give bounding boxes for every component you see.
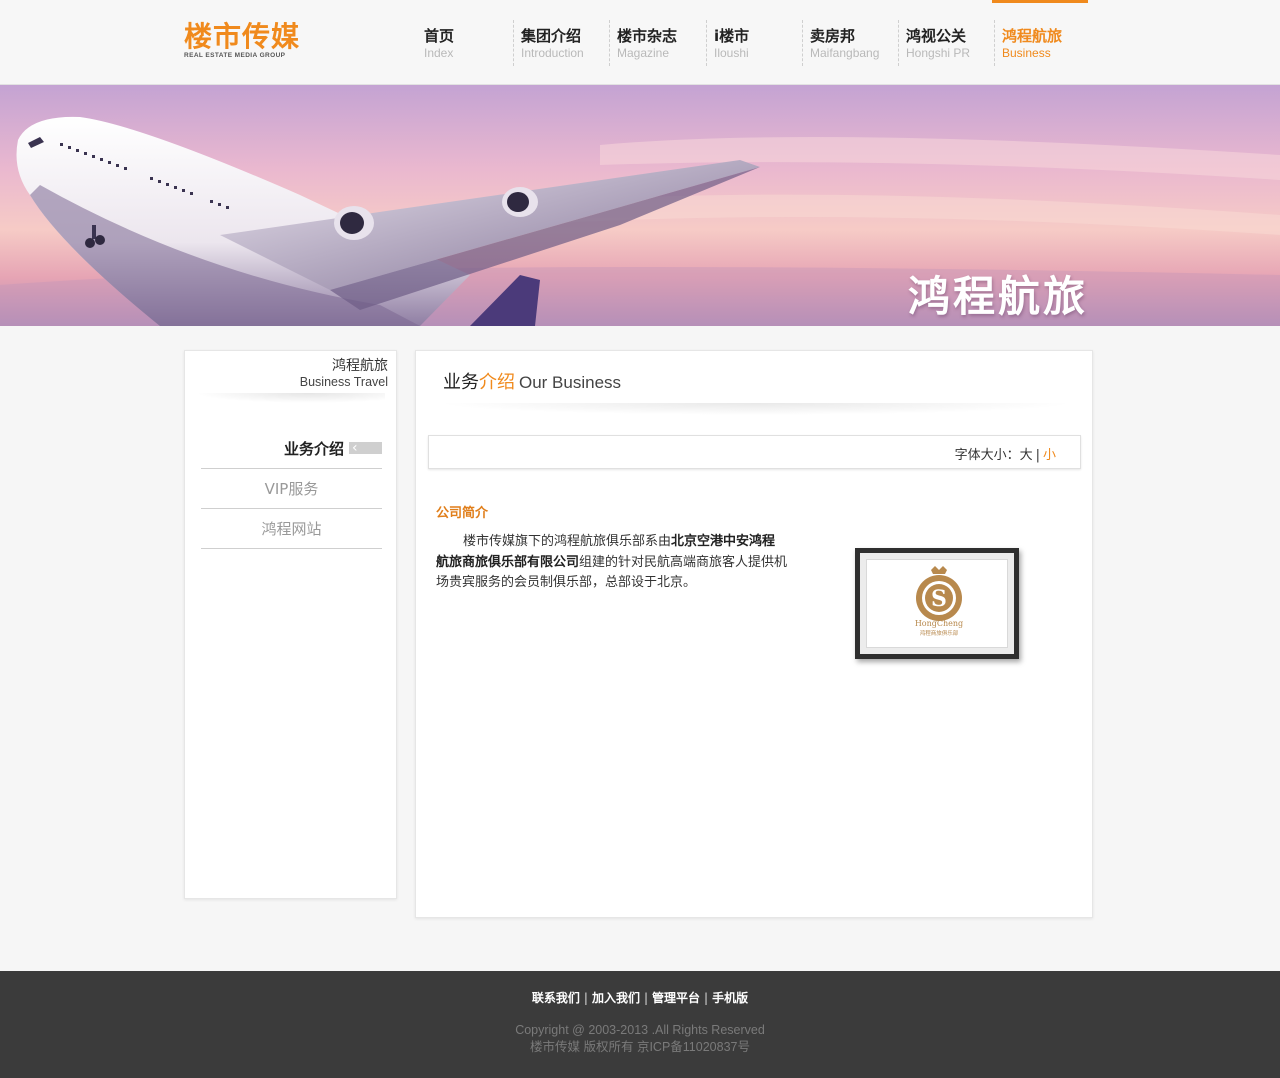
nav-item-hongshi-pr[interactable]: 鸿视公关 Hongshi PR [906,0,1002,85]
footer-links: 联系我们 | 加入我们 | 管理平台 | 手机版 [0,989,1280,1006]
nav-label-en: Introduction [521,46,584,60]
hongcheng-logo: S HongCheng 鸿程商旅俱乐部 [866,559,1008,648]
hongcheng-emblem-icon: S HongCheng 鸿程商旅俱乐部 [915,566,963,637]
nav-label-en: Iloushi [714,46,749,60]
font-size-controls: 字体大小：大 | 小 [955,444,1056,463]
page-title-en: Our Business [519,373,622,392]
section-title: 公司简介 [436,506,489,521]
nav-item-introduction[interactable]: 集团介绍 Introduction [521,0,617,85]
nav-label-cn: 鸿程航旅 [1002,27,1063,45]
font-size-small-button[interactable]: 小 [1043,448,1056,463]
nav-label-cn: 集团介绍 [521,27,582,45]
font-size-large-button[interactable]: 大 [1020,448,1033,463]
hero-banner: 鸿程航旅 [0,85,1280,326]
nav-active-indicator [992,0,1088,3]
banner-title: 鸿程航旅 [908,272,1089,321]
sidebar: 鸿程航旅 Business Travel 业务介绍 VIP服务 鸿程网站 [184,350,397,899]
sidebar-item-label: VIP服务 [264,480,319,498]
site-footer: 联系我们 | 加入我们 | 管理平台 | 手机版 Copyright @ 2003-2013… [0,971,1280,1078]
nav-label-en: Hongshi PR [906,46,971,60]
paragraph-text: 楼市传媒旗下的鸿程航旅俱乐部系由 [463,534,672,549]
nav-label-cn: i楼市 [714,27,750,45]
nav-separator [994,20,995,66]
logo-text: 楼市传媒 [184,20,301,53]
logo-caption-en: HongCheng [915,619,963,628]
nav-label-en: Maifangbang [810,46,880,60]
sidebar-header: 鸿程航旅 Business Travel [300,358,388,389]
page-title-part2: 介绍 [479,372,515,393]
nav-separator [513,20,514,66]
nav-separator [898,20,899,66]
footer-link-mobile[interactable]: 手机版 [712,991,748,1005]
nav-label-en: Index [424,46,454,60]
svg-text:S: S [931,586,947,612]
sidebar-item-hongcheng-site[interactable]: 鸿程网站 [201,509,382,549]
nav-label-cn: 楼市杂志 [617,27,678,45]
nav-label-en: Magazine [617,46,670,60]
footer-link-join[interactable]: 加入我们 [592,991,640,1005]
footer-separator: | [643,991,649,1005]
divider-shadow [195,393,385,403]
nav-item-index[interactable]: 首页 Index [424,0,520,85]
logo-subtext: REAL ESTATE MEDIA GROUP [184,52,286,59]
chevron-left-icon [349,428,382,468]
nav-label-cn: 鸿视公关 [906,27,967,45]
company-logo-frame: S HongCheng 鸿程商旅俱乐部 [855,548,1019,659]
divider-shadow [436,403,1076,415]
nav-separator [802,20,803,66]
font-size-separator: | [1035,448,1040,463]
font-size-label: 字体大小： [954,448,1020,463]
nav-label-cn: 首页 [424,27,455,45]
sidebar-item-vip-service[interactable]: VIP服务 [201,469,382,509]
nav-separator [706,20,707,66]
page-title-part1: 业务 [443,372,479,393]
main-content: 业务介绍 Our Business 字体大小：大 | 小 公司简介 楼市传媒旗下的鸿程… [415,350,1093,918]
sidebar-menu: 业务介绍 VIP服务 鸿程网站 [201,428,382,549]
footer-link-contact[interactable]: 联系我们 [532,991,580,1005]
sidebar-item-label: 业务介绍 [283,440,344,458]
footer-link-admin[interactable]: 管理平台 [652,991,700,1005]
company-intro-paragraph: 楼市传媒旗下的鸿程航旅俱乐部系由北京空港中安鸿程航旅商旅俱乐部有限公司组建的针对… [436,532,788,594]
sidebar-item-label: 鸿程网站 [261,520,322,538]
site-header: 楼市传媒 REAL ESTATE MEDIA GROUP 首页 Index 集团… [0,0,1280,85]
nav-item-maifangbang[interactable]: 卖房邦 Maifangbang [810,0,906,85]
page-title: 业务介绍 Our Business [443,368,621,394]
footer-copyright: Copyright @ 2003-2013 .All Rights Reserv… [0,1022,1280,1056]
nav-separator [609,20,610,66]
copyright-text: Copyright @ 2003-2013 .All Rights Reserv… [515,1023,765,1037]
nav-item-iloushi[interactable]: i楼市 Iloushi [714,0,810,85]
nav-item-magazine[interactable]: 楼市杂志 Magazine [617,0,713,85]
sidebar-title-cn: 鸿程航旅 [332,358,388,374]
icp-text: 楼市传媒 版权所有 京ICP备11020837号 [530,1040,750,1054]
footer-separator: | [704,991,709,1005]
nav-label-en: Business [1002,46,1051,60]
nav-label-cn: 卖房邦 [810,27,856,45]
footer-separator: | [583,991,588,1005]
sidebar-title-en: Business Travel [299,375,388,389]
logo-caption-cn: 鸿程商旅俱乐部 [920,629,959,637]
site-logo[interactable]: 楼市传媒 REAL ESTATE MEDIA GROUP [184,22,324,62]
font-size-bar: 字体大小：大 | 小 [428,435,1081,469]
nav-item-business[interactable]: 鸿程航旅 Business [992,0,1098,85]
sidebar-item-business-intro[interactable]: 业务介绍 [201,428,382,469]
